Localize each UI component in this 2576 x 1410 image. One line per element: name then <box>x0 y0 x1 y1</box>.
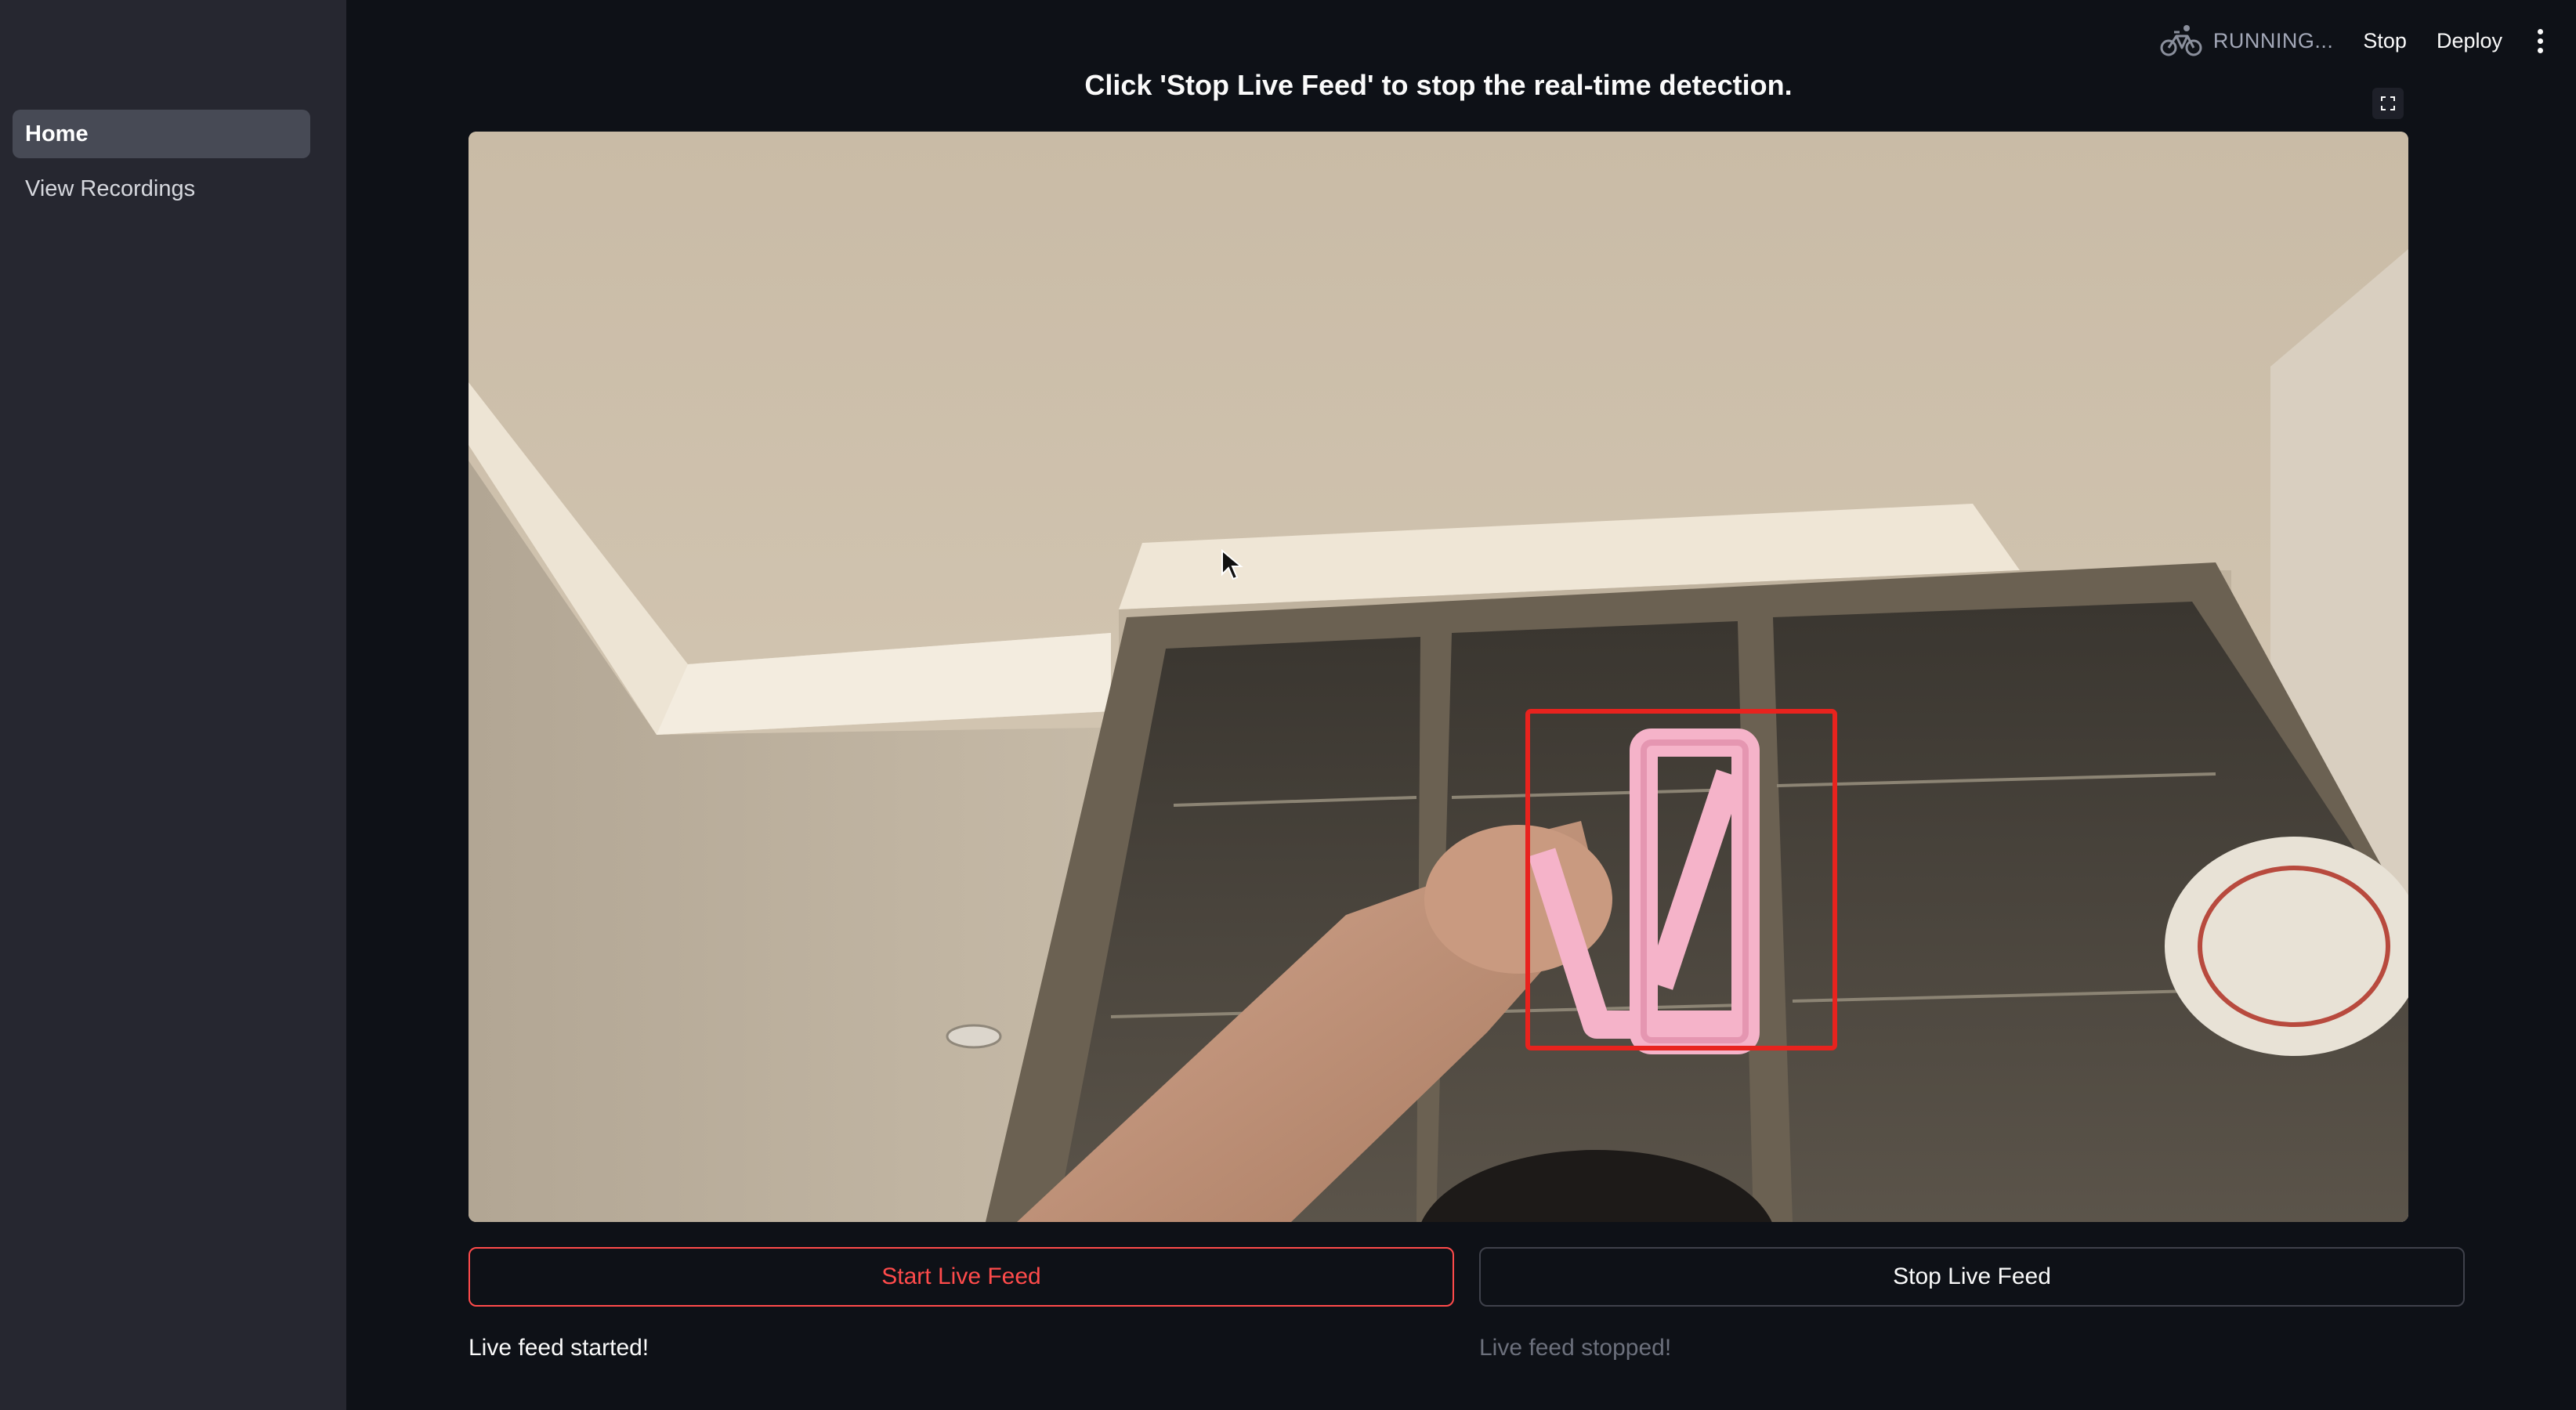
stop-button[interactable]: Stop <box>2363 29 2407 53</box>
sidebar-item-home[interactable]: Home <box>13 110 310 158</box>
start-live-feed-label: Start Live Feed <box>881 1264 1041 1289</box>
live-feed-stopped-message: Live feed stopped! <box>1479 1335 1672 1361</box>
video-frame <box>469 132 2408 1222</box>
deploy-button[interactable]: Deploy <box>2437 29 2502 53</box>
stop-live-feed-button[interactable]: Stop Live Feed <box>1479 1247 2465 1307</box>
bicycle-icon <box>2160 25 2202 56</box>
page-title: Click 'Stop Live Feed' to stop the real-… <box>1084 69 1793 101</box>
stop-live-feed-label: Stop Live Feed <box>1893 1264 2051 1289</box>
sidebar-item-view-recordings[interactable]: View Recordings <box>13 164 310 213</box>
running-status: RUNNING... <box>2160 24 2334 58</box>
start-live-feed-button[interactable]: Start Live Feed <box>469 1247 1454 1307</box>
status-text: RUNNING... <box>2212 28 2334 52</box>
fullscreen-icon[interactable] <box>2372 88 2404 119</box>
live-feed-started-message: Live feed started! <box>469 1335 649 1361</box>
live-video-feed <box>469 132 2408 1222</box>
header-toolbar: RUNNING... Stop Deploy <box>2160 24 2548 58</box>
sidebar: Home View Recordings <box>0 0 346 1410</box>
vertical-ellipsis-icon[interactable] <box>2532 24 2548 58</box>
sidebar-item-label: Home <box>25 121 89 146</box>
sidebar-item-label: View Recordings <box>25 175 196 201</box>
